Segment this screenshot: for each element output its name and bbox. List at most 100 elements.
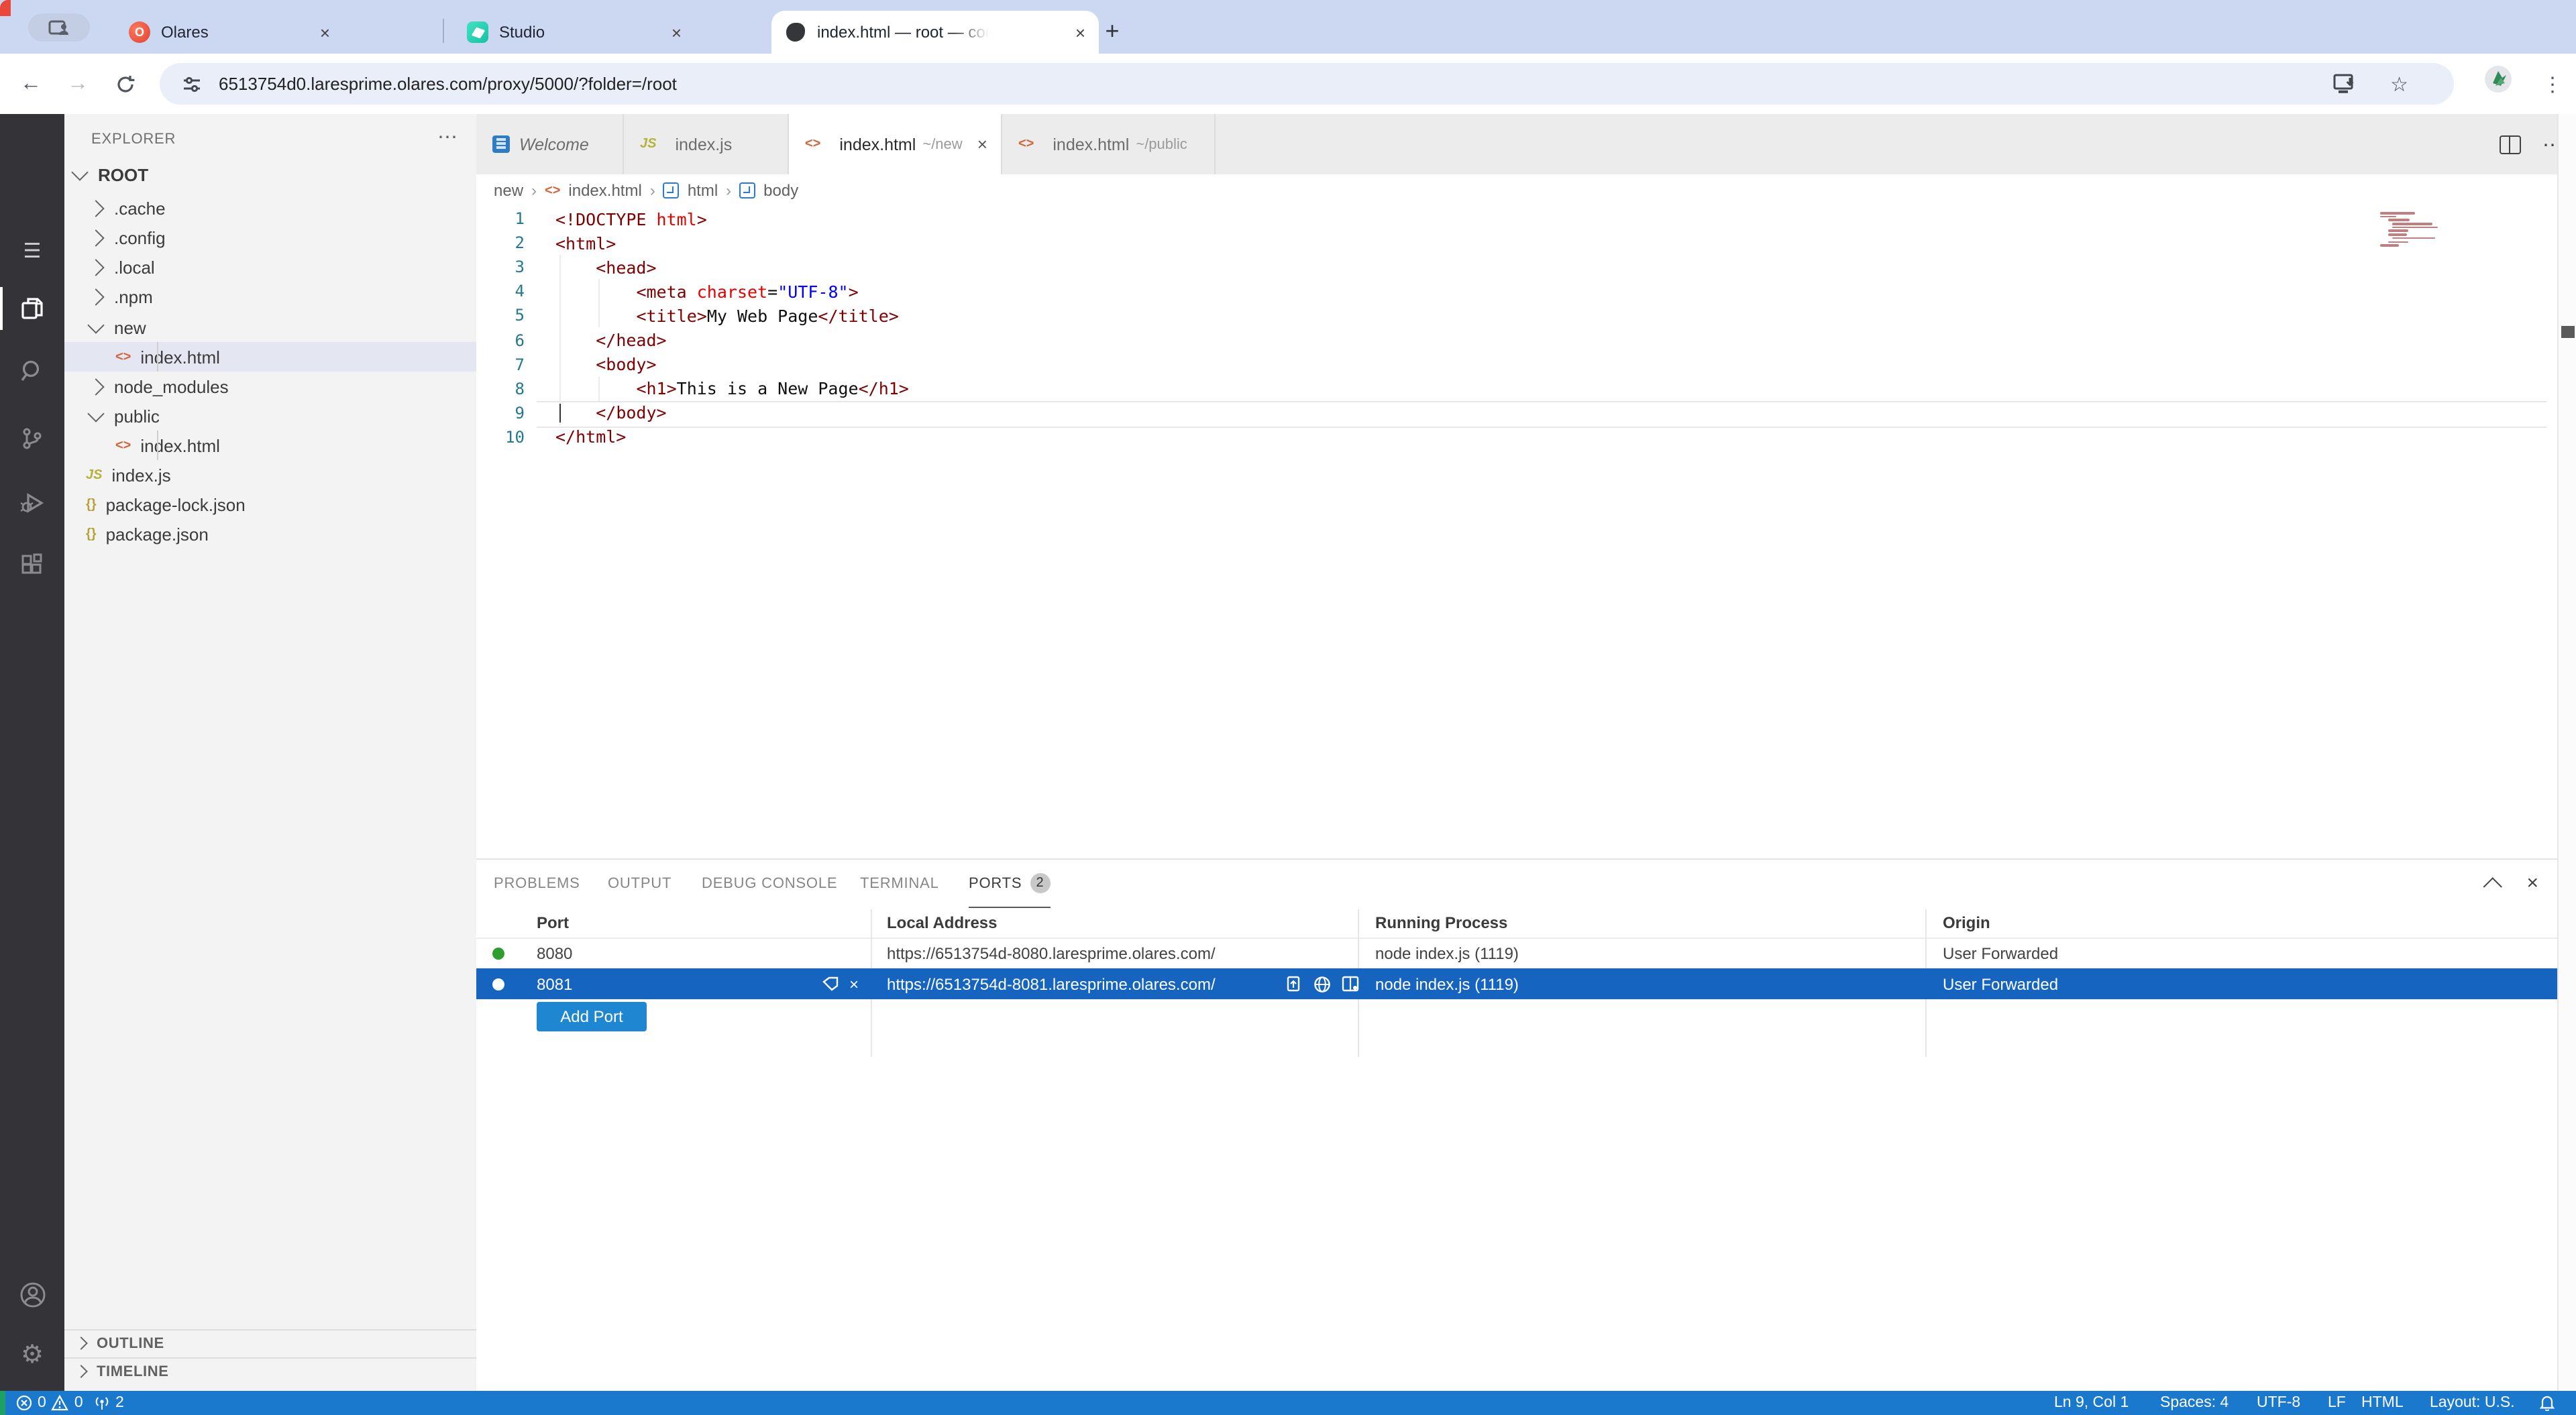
close-tab-icon[interactable]: × bbox=[977, 134, 987, 154]
profile-avatar[interactable] bbox=[2485, 66, 2512, 93]
run-debug-icon[interactable] bbox=[0, 476, 64, 530]
new-tab-button[interactable]: + bbox=[1093, 12, 1131, 50]
ports-table-header: Port Local Address Running Process Origi… bbox=[476, 909, 2557, 939]
tune-icon[interactable] bbox=[181, 74, 203, 95]
eol-setting[interactable]: LF bbox=[2328, 1395, 2346, 1411]
tree-file-index-js[interactable]: JS index.js bbox=[64, 460, 498, 490]
breadcrumb-item[interactable]: new bbox=[494, 181, 523, 200]
close-panel-icon[interactable]: × bbox=[2526, 872, 2538, 895]
panel-tab-terminal[interactable]: TERMINAL bbox=[860, 860, 939, 907]
scrollbar-thumb[interactable] bbox=[2561, 326, 2575, 338]
keyboard-layout[interactable]: Layout: U.S. bbox=[2430, 1395, 2515, 1411]
error-count: 0 bbox=[38, 1395, 46, 1411]
port-row-8080[interactable]: 8080 https://6513754d-8080.laresprime.ol… bbox=[476, 938, 2557, 968]
panel-tab-debug-console[interactable]: DEBUG CONSOLE bbox=[702, 860, 837, 907]
tree-file-new-index-html[interactable]: <> index.html bbox=[64, 342, 527, 372]
editor-tab-index-html-new[interactable]: <> index.html ~/new × bbox=[789, 114, 1002, 174]
symbol-icon bbox=[739, 182, 755, 199]
minimap[interactable] bbox=[2380, 212, 2439, 248]
notifications-bell[interactable] bbox=[2540, 1395, 2555, 1411]
chevron-right-icon bbox=[87, 199, 104, 216]
port-local-address[interactable]: https://6513754d-8081.laresprime.olares.… bbox=[887, 974, 1216, 993]
url-text[interactable]: 6513754d0.laresprime.olares.com/proxy/50… bbox=[219, 74, 677, 94]
tree-file-public-index-html[interactable]: <> index.html bbox=[64, 431, 527, 460]
editor-tab-index-html-public[interactable]: <> index.html ~/public bbox=[1002, 114, 1216, 174]
browser-tab-codeserver[interactable]: index.html — root — code-se × bbox=[771, 11, 1099, 54]
chevron-down-icon bbox=[87, 404, 104, 421]
tree-folder-node-modules[interactable]: node_modules bbox=[64, 372, 502, 401]
browser-tab-label: Olares bbox=[161, 23, 209, 42]
tree-file-package-lock[interactable]: {} package-lock.json bbox=[64, 490, 498, 519]
chevron-right-icon bbox=[87, 258, 104, 275]
port-row-8081-selected[interactable]: 8081 × https://6513754d-8081.laresprime.… bbox=[476, 968, 2557, 999]
add-port-button[interactable]: Add Port bbox=[537, 1002, 647, 1031]
editor-tab-welcome[interactable]: Welcome bbox=[476, 114, 624, 174]
outline-section[interactable]: OUTLINE bbox=[64, 1329, 476, 1356]
port-local-address[interactable]: https://6513754d-8080.laresprime.olares.… bbox=[887, 944, 1216, 962]
tree-folder-npm[interactable]: .npm bbox=[64, 282, 502, 311]
close-tab-icon[interactable]: × bbox=[672, 22, 682, 42]
indentation-setting[interactable]: Spaces: 4 bbox=[2160, 1395, 2229, 1411]
language-mode[interactable]: HTML bbox=[2361, 1395, 2404, 1411]
reload-icon[interactable] bbox=[115, 74, 136, 94]
tab-dir-hint: ~/public bbox=[1136, 136, 1187, 152]
tree-folder-public[interactable]: public bbox=[64, 401, 502, 431]
breadcrumb-item[interactable]: index.html bbox=[568, 181, 641, 200]
browser-tab-olares[interactable]: O Olares × bbox=[115, 11, 343, 54]
split-editor-icon[interactable] bbox=[2500, 135, 2521, 154]
breadcrumb-item[interactable]: body bbox=[763, 181, 798, 200]
text-cursor bbox=[559, 403, 561, 422]
open-in-browser-icon[interactable] bbox=[1313, 975, 1331, 993]
broadcast-icon bbox=[94, 1395, 110, 1411]
section-label: OUTLINE bbox=[97, 1335, 164, 1351]
accounts-icon[interactable] bbox=[0, 1267, 64, 1321]
explorer-icon[interactable] bbox=[0, 282, 64, 335]
panel-tab-ports[interactable]: PORTS 2 bbox=[969, 860, 1050, 908]
port-number: 8081 bbox=[537, 974, 572, 993]
tree-folder-config[interactable]: .config bbox=[64, 223, 502, 252]
tree-root[interactable]: ROOT bbox=[64, 160, 486, 189]
menu-hamburger-icon[interactable]: ☰ bbox=[0, 224, 64, 278]
editor-tab-index-js[interactable]: JS index.js bbox=[624, 114, 789, 174]
breadcrumb-item[interactable]: html bbox=[688, 181, 718, 200]
close-tab-icon[interactable]: × bbox=[1075, 22, 1085, 42]
copy-address-icon[interactable] bbox=[1287, 975, 1303, 993]
maximize-panel-icon[interactable] bbox=[2483, 876, 2502, 895]
code-editor[interactable]: 1<!DOCTYPE html> 2<html> 3 <head> 4 <met… bbox=[476, 207, 2557, 858]
page-scrollbar[interactable] bbox=[2557, 114, 2576, 1391]
panel-tab-output[interactable]: OUTPUT bbox=[608, 860, 672, 907]
url-bar[interactable]: 6513754d0.laresprime.olares.com/proxy/50… bbox=[160, 63, 2454, 105]
chevron-right-icon bbox=[87, 229, 104, 245]
source-control-icon[interactable] bbox=[0, 412, 64, 465]
more-actions-icon[interactable]: ⋯ bbox=[437, 125, 458, 149]
tree-file-package-json[interactable]: {} package.json bbox=[64, 519, 498, 549]
code-line: 3 <head> bbox=[476, 255, 2557, 279]
back-icon[interactable]: ← bbox=[20, 72, 42, 96]
panel-tab-problems[interactable]: PROBLEMS bbox=[494, 860, 580, 907]
tree-label: index.js bbox=[111, 465, 170, 485]
chevron-right-icon bbox=[74, 1337, 88, 1350]
install-app-icon[interactable] bbox=[2332, 74, 2355, 94]
browser-tab-studio[interactable]: Studio × bbox=[453, 11, 695, 54]
tree-folder-new[interactable]: new bbox=[64, 313, 502, 342]
search-icon[interactable] bbox=[0, 345, 64, 398]
close-tab-icon[interactable]: × bbox=[320, 22, 330, 42]
problems-status[interactable]: 0 0 bbox=[16, 1395, 83, 1411]
tree-folder-local[interactable]: .local bbox=[64, 252, 502, 282]
tree-folder-cache[interactable]: .cache bbox=[64, 193, 502, 223]
forwarded-ports-status[interactable]: 2 bbox=[94, 1395, 124, 1411]
tree-label: .npm bbox=[114, 286, 153, 306]
cursor-position[interactable]: Ln 9, Col 1 bbox=[2054, 1395, 2129, 1411]
encoding-setting[interactable]: UTF-8 bbox=[2257, 1395, 2300, 1411]
settings-gear-icon[interactable]: ⚙ bbox=[0, 1328, 64, 1381]
browser-menu-kebab-icon[interactable]: ⋮ bbox=[2542, 72, 2563, 96]
extensions-icon[interactable] bbox=[0, 539, 64, 593]
bookmark-star-icon[interactable]: ☆ bbox=[2390, 72, 2408, 96]
stop-forwarding-icon[interactable]: × bbox=[849, 974, 859, 993]
tab-label: index.html bbox=[1053, 135, 1129, 154]
tab-search-button[interactable] bbox=[28, 13, 90, 42]
timeline-section[interactable]: TIMELINE bbox=[64, 1357, 476, 1384]
preview-in-editor-icon[interactable] bbox=[1342, 976, 1359, 992]
forward-icon[interactable]: → bbox=[67, 72, 89, 96]
set-label-icon[interactable] bbox=[822, 976, 839, 992]
